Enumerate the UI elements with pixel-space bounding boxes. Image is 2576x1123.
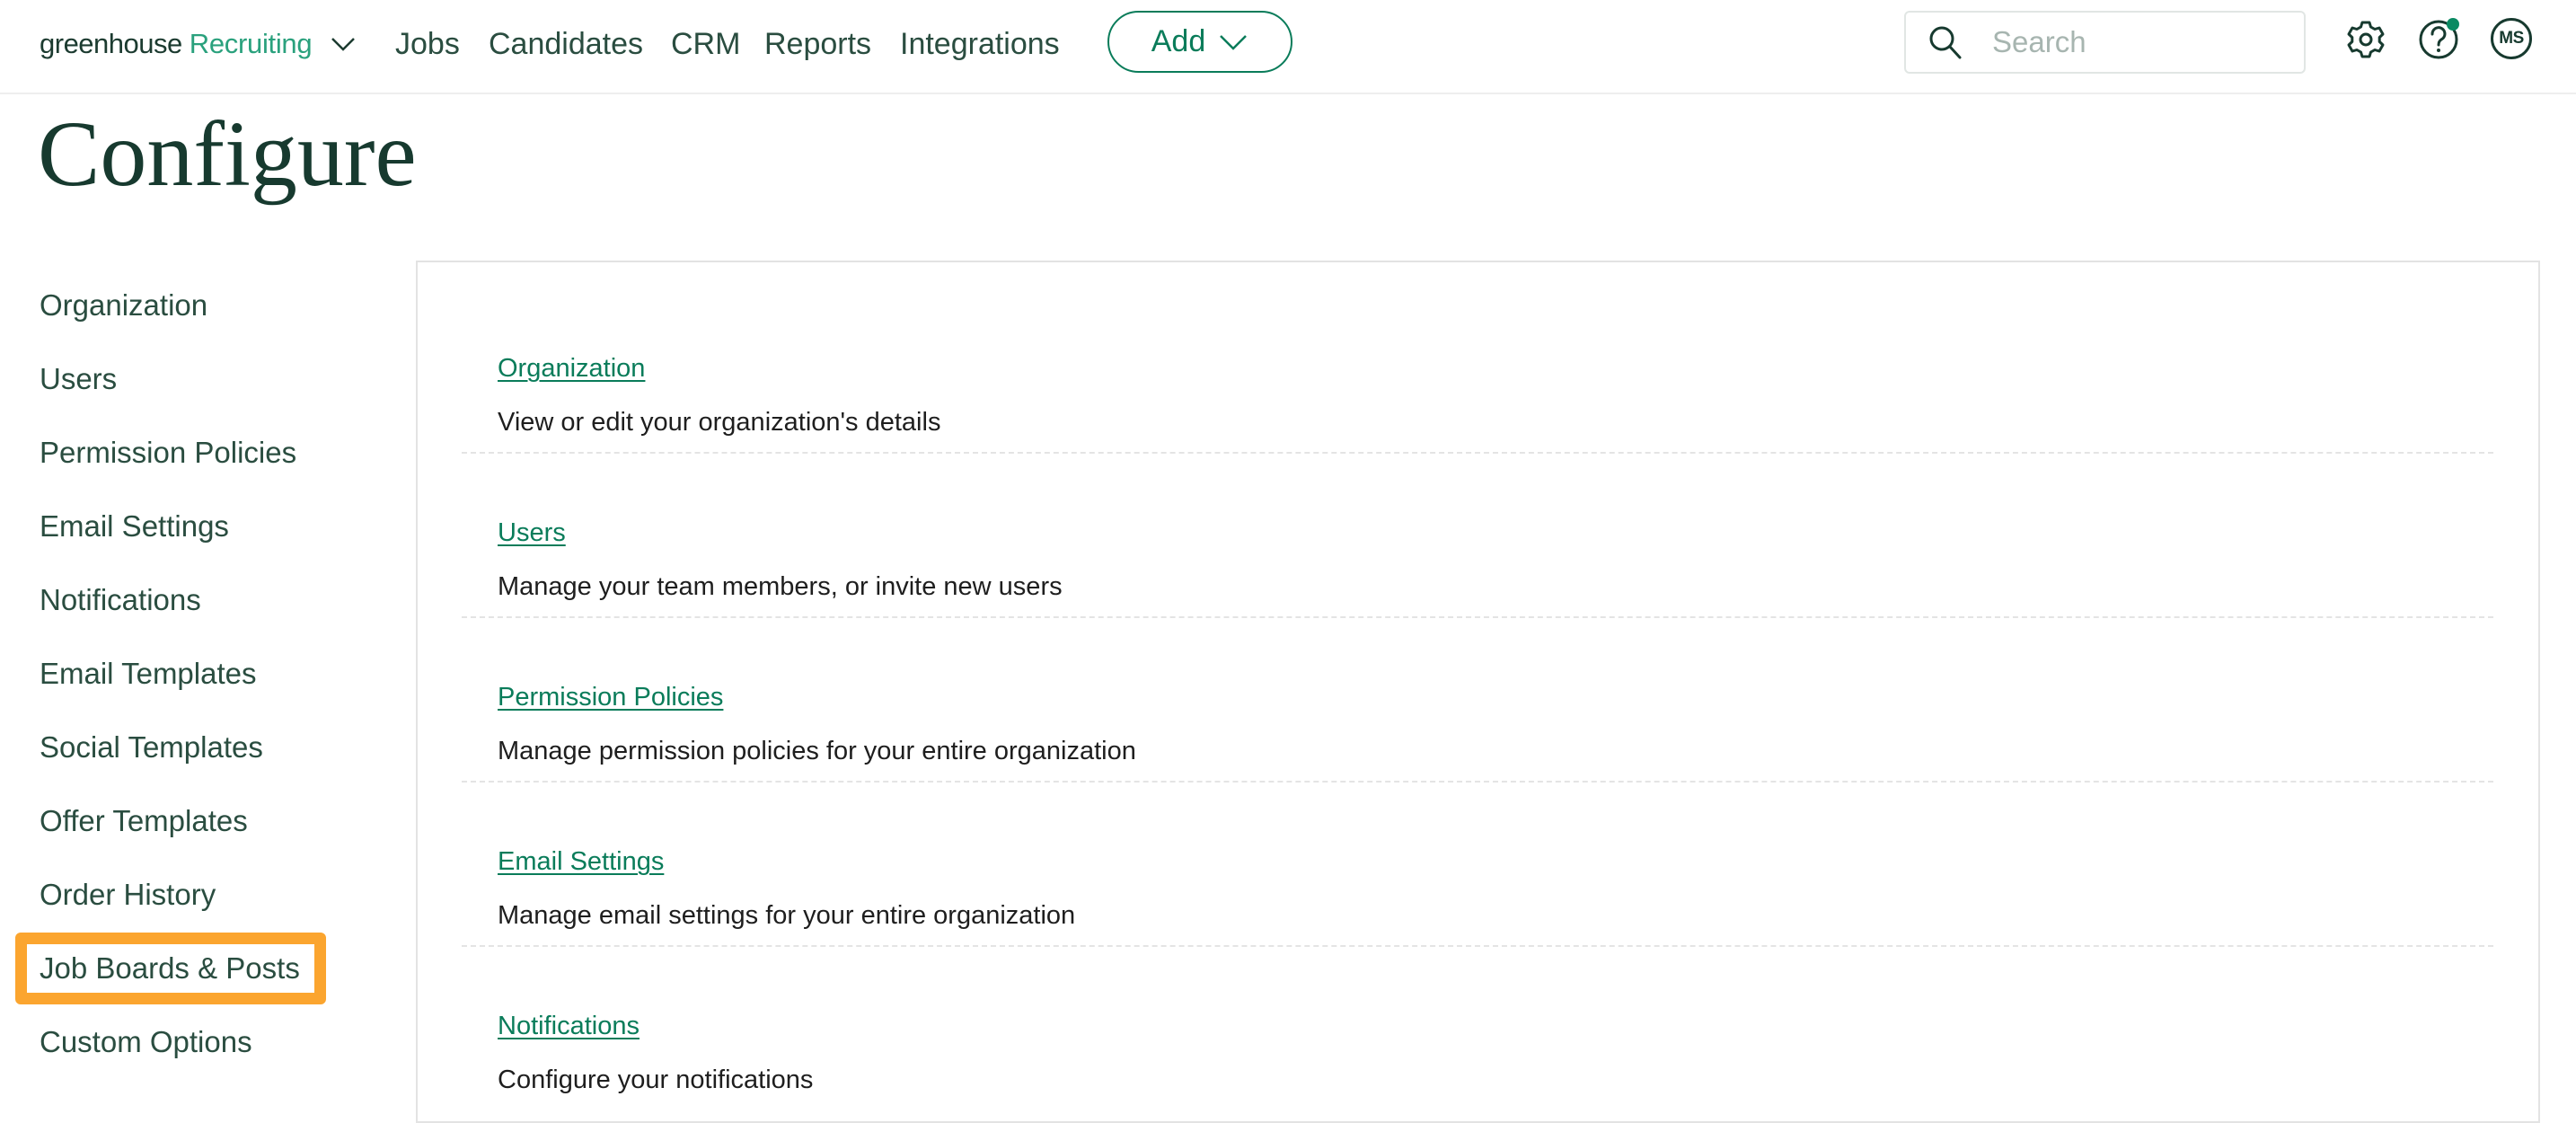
sidebar-item-email-settings[interactable]: Email Settings [40,500,229,553]
logo-product-name: Recruiting [189,28,313,59]
config-row: Permission Policies Manage permission po… [418,618,2538,783]
config-link-organization[interactable]: Organization [498,354,645,384]
nav-candidates[interactable]: Candidates [489,22,643,66]
sidebar-item-custom-options[interactable]: Custom Options [40,1015,252,1069]
config-description: Manage your team members, or invite new … [498,572,1063,601]
add-button[interactable]: Add [1107,11,1292,73]
nav-integrations[interactable]: Integrations [900,22,1060,66]
config-link-permission-policies[interactable]: Permission Policies [498,683,723,712]
nav-reports[interactable]: Reports [764,22,871,66]
config-description: Configure your notifications [498,1066,814,1094]
config-link-notifications[interactable]: Notifications [498,1012,640,1041]
sidebar-item-users[interactable]: Users [40,352,117,406]
notification-dot [2447,18,2459,31]
sidebar-item-order-history[interactable]: Order History [40,868,216,922]
sidebar-item-email-templates[interactable]: Email Templates [40,647,257,701]
top-navigation-bar: greenhouse Recruiting Jobs Candidates CR… [0,0,2576,94]
config-link-users[interactable]: Users [498,518,566,548]
sidebar-item-offer-templates[interactable]: Offer Templates [40,794,248,848]
nav-jobs[interactable]: Jobs [395,22,460,66]
config-link-email-settings[interactable]: Email Settings [498,847,664,877]
config-description: Manage permission policies for your enti… [498,737,1136,765]
sidebar-item-social-templates[interactable]: Social Templates [40,721,263,774]
config-description: View or edit your organization's details [498,408,941,437]
config-row: Notifications Configure your notificatio… [418,947,2538,1111]
chevron-down-icon [1220,34,1248,50]
nav-crm[interactable]: CRM [671,22,740,66]
help-icon[interactable] [2416,17,2461,62]
gear-icon[interactable] [2343,17,2388,62]
config-row: Organization View or edit your organizat… [418,289,2538,454]
page-title: Configure [38,102,417,206]
config-description: Manage email settings for your entire or… [498,901,1076,930]
search-box[interactable] [1904,11,2306,74]
search-input[interactable] [1990,24,2290,60]
sidebar-item-permission-policies[interactable]: Permission Policies [40,426,296,480]
search-icon [1929,26,1962,59]
config-row: Users Manage your team members, or invit… [418,454,2538,618]
sidebar-item-job-boards-posts[interactable]: Job Boards & Posts [15,933,326,1004]
configure-content-panel: Organization View or edit your organizat… [416,261,2540,1123]
user-avatar[interactable]: MS [2491,18,2532,59]
logo-wordmark: greenhouse [40,28,182,59]
config-row: Email Settings Manage email settings for… [418,783,2538,947]
sidebar-item-organization[interactable]: Organization [40,279,207,332]
chevron-down-icon [331,38,356,51]
sidebar-item-notifications[interactable]: Notifications [40,573,201,627]
add-button-label: Add [1151,24,1206,58]
product-switcher[interactable]: greenhouse Recruiting [40,22,357,66]
